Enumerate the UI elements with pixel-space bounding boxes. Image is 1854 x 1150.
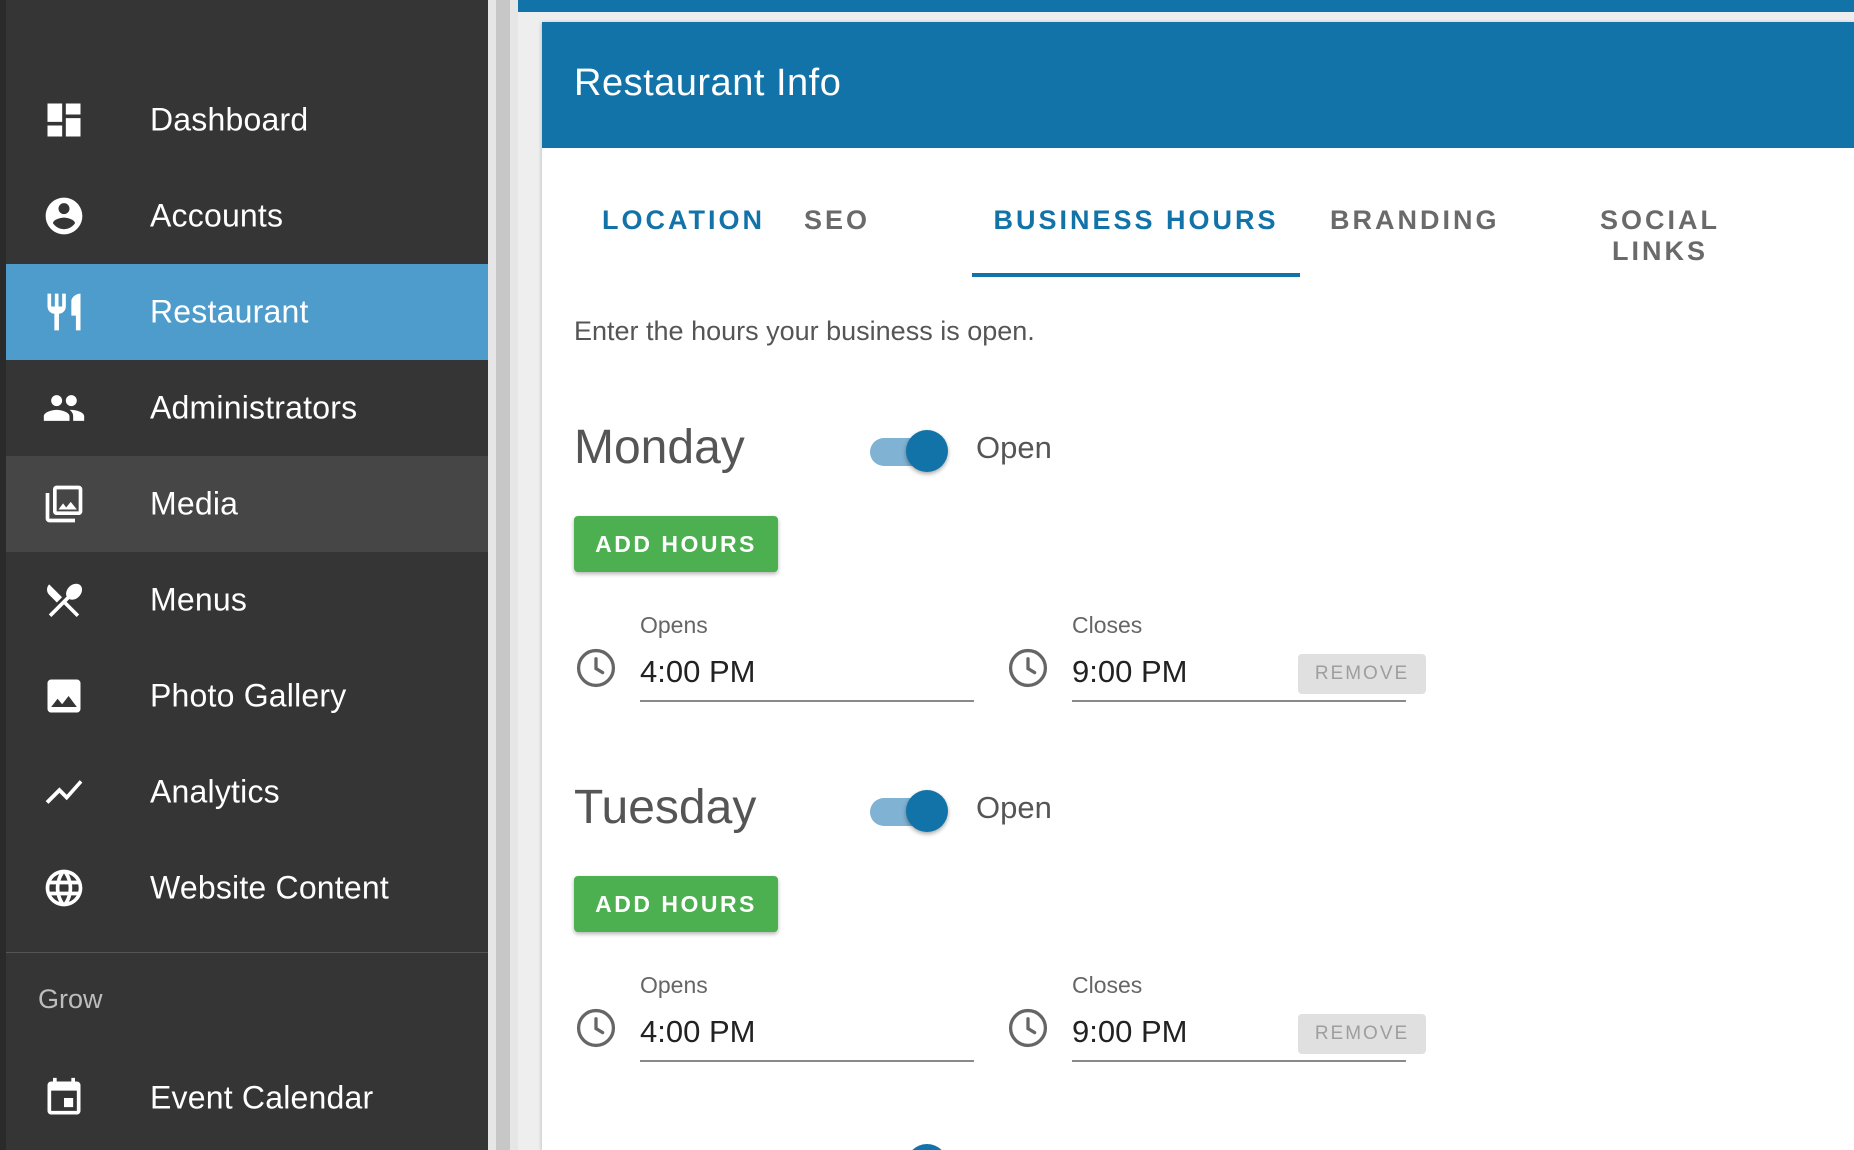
image-icon bbox=[42, 674, 86, 718]
sidebar-item-analytics[interactable]: Analytics bbox=[6, 744, 488, 840]
add-hours-button-tuesday[interactable]: ADD HOURS bbox=[574, 876, 778, 932]
business-hours-intro: Enter the hours your business is open. bbox=[574, 316, 1035, 346]
sidebar-item-label: Dashboard bbox=[150, 101, 309, 138]
day-name-monday: Monday bbox=[574, 421, 745, 474]
sidebar-section-grow: Grow bbox=[38, 984, 103, 1014]
opens-time-monday[interactable]: 4:00 PM bbox=[640, 654, 755, 690]
tab-social-links[interactable]: SOCIAL LINKS bbox=[1550, 205, 1770, 277]
open-label-tuesday: Open bbox=[976, 790, 1052, 825]
remove-hours-button-monday[interactable]: REMOVE bbox=[1298, 654, 1426, 694]
day-name-tuesday: Tuesday bbox=[574, 781, 757, 834]
opens-label: Opens bbox=[640, 972, 708, 998]
main-content: Restaurant Info LOCATION SEO BUSINESS HO… bbox=[518, 0, 1854, 1150]
sidebar-item-event-calendar[interactable]: Event Calendar bbox=[6, 1050, 488, 1146]
opens-time-tuesday[interactable]: 4:00 PM bbox=[640, 1014, 755, 1050]
sidebar-item-menus[interactable]: Menus bbox=[6, 552, 488, 648]
photo-library-icon bbox=[42, 482, 86, 526]
opens-label: Opens bbox=[640, 612, 708, 638]
tab-seo[interactable]: SEO bbox=[804, 205, 867, 277]
sidebar-item-label: Analytics bbox=[150, 773, 280, 810]
sidebar-item-website-content[interactable]: Website Content bbox=[6, 840, 488, 936]
dashboard-icon bbox=[42, 98, 86, 142]
sidebar-item-label: Website Content bbox=[150, 869, 389, 906]
account-circle-icon bbox=[42, 194, 86, 238]
open-label-monday: Open bbox=[976, 430, 1052, 465]
people-icon bbox=[42, 386, 86, 430]
globe-icon bbox=[42, 866, 86, 910]
page-title: Restaurant Info bbox=[574, 62, 842, 104]
closes-label: Closes bbox=[1072, 612, 1143, 638]
closes-input-underline bbox=[1072, 1060, 1406, 1062]
sidebar-item-accounts[interactable]: Accounts bbox=[6, 168, 488, 264]
toggle-thumb bbox=[906, 790, 948, 832]
calendar-icon bbox=[42, 1076, 86, 1120]
sidebar-item-dashboard[interactable]: Dashboard bbox=[6, 72, 488, 168]
closes-time-tuesday[interactable]: 9:00 PM bbox=[1072, 1014, 1187, 1050]
sidebar-item-label: Accounts bbox=[150, 197, 284, 234]
trending-line-icon bbox=[42, 770, 86, 814]
sidebar-item-administrators[interactable]: Administrators bbox=[6, 360, 488, 456]
closes-time-monday[interactable]: 9:00 PM bbox=[1072, 654, 1187, 690]
clock-icon bbox=[1006, 1006, 1050, 1050]
restaurant-info-card: Restaurant Info LOCATION SEO BUSINESS HO… bbox=[542, 22, 1854, 1150]
sidebar-item-label: Menus bbox=[150, 581, 248, 618]
sidebar-item-label: Media bbox=[150, 485, 239, 522]
sidebar-item-label: Event Calendar bbox=[150, 1079, 374, 1116]
sidebar-item-label: Restaurant bbox=[150, 293, 309, 330]
add-hours-button-monday[interactable]: ADD HOURS bbox=[574, 516, 778, 572]
clock-icon bbox=[574, 646, 618, 690]
utensils-crossed-icon bbox=[42, 578, 86, 622]
clock-icon bbox=[574, 1006, 618, 1050]
opens-input-underline bbox=[640, 1060, 974, 1062]
toggle-thumb bbox=[906, 430, 948, 472]
restaurant-icon bbox=[42, 290, 86, 334]
remove-hours-button-tuesday[interactable]: REMOVE bbox=[1298, 1014, 1426, 1054]
sidebar: Dashboard Accounts Restaurant Administra… bbox=[6, 0, 488, 1150]
top-app-bar bbox=[518, 0, 1854, 12]
sidebar-item-restaurant[interactable]: Restaurant bbox=[6, 264, 488, 360]
tab-business-hours[interactable]: BUSINESS HOURS bbox=[972, 205, 1300, 277]
clock-icon bbox=[1006, 646, 1050, 690]
active-tab-indicator bbox=[972, 273, 1300, 277]
open-toggle-tuesday[interactable] bbox=[868, 788, 948, 832]
open-toggle-next-day[interactable] bbox=[906, 1144, 948, 1150]
sidebar-item-photo-gallery[interactable]: Photo Gallery bbox=[6, 648, 488, 744]
card-header: Restaurant Info bbox=[542, 22, 1854, 148]
closes-label: Closes bbox=[1072, 972, 1143, 998]
scrollbar[interactable] bbox=[496, 0, 510, 1150]
sidebar-item-label: Administrators bbox=[150, 389, 358, 426]
sidebar-item-media[interactable]: Media bbox=[6, 456, 488, 552]
sidebar-divider bbox=[6, 952, 488, 953]
sidebar-item-label: Photo Gallery bbox=[150, 677, 347, 714]
opens-input-underline bbox=[640, 700, 974, 702]
tab-location[interactable]: LOCATION bbox=[602, 205, 762, 277]
closes-input-underline bbox=[1072, 700, 1406, 702]
tab-branding[interactable]: BRANDING bbox=[1330, 205, 1497, 277]
open-toggle-monday[interactable] bbox=[868, 428, 948, 472]
